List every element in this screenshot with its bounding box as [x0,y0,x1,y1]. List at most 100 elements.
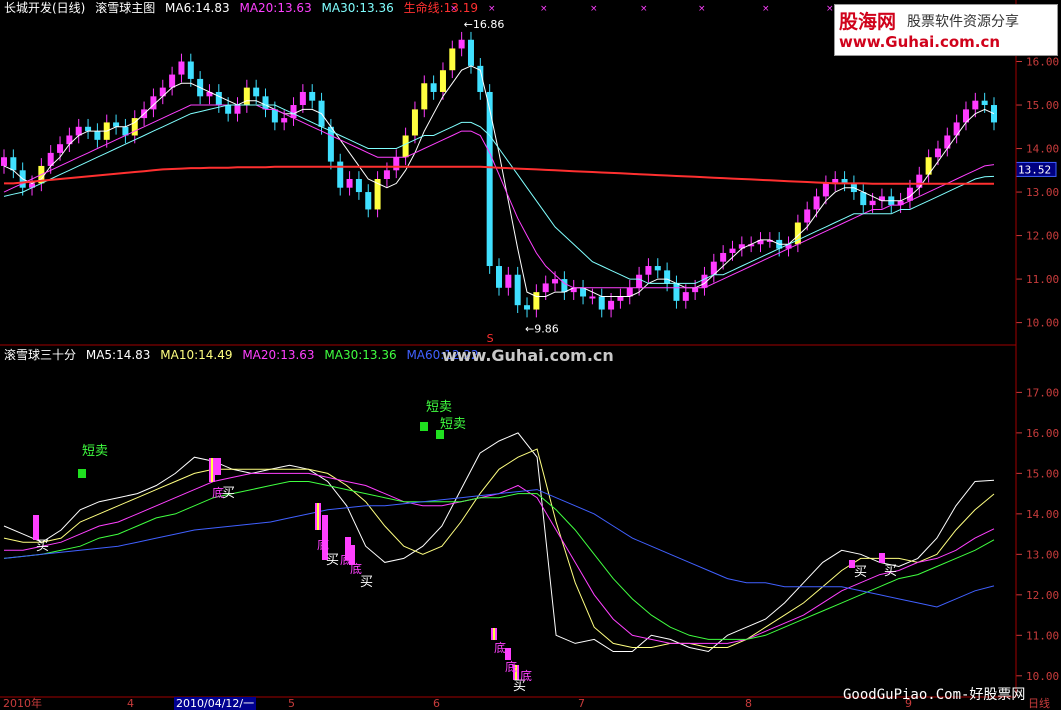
top-mark: × [826,4,834,14]
y-tick-label: 14.00 [1026,143,1059,156]
watermark: www.Guhai.com.cn [442,346,614,365]
x-tick-label: 8 [745,697,752,710]
signal-bar-accent [493,628,495,640]
candle-body [514,274,521,306]
bottom-label: 底 [494,640,506,655]
candle-body [262,96,269,110]
candle-body [505,274,512,288]
y-tick-label: 10.00 [1026,670,1059,683]
x-tick-label: 2010年 [3,697,42,710]
legend-item: MA5:14.83 [85,348,151,362]
y-tick-label: 15.00 [1026,99,1059,112]
candle-body [187,61,194,79]
y-tick-label: 13.00 [1026,186,1059,199]
bottom-label: 底 [520,668,532,683]
candle-body [94,131,101,140]
logo-url: www.Guhai.com.cn [839,33,1001,51]
candle-body [57,144,64,153]
high-label: ←16.86 [464,18,505,31]
buy-label: 买 [326,553,339,568]
candle-body [953,122,960,136]
candle-body [402,135,409,158]
signal-bar-accent [317,503,319,530]
candle-body [720,252,727,262]
candle-body [598,296,605,310]
candle-body [225,105,232,114]
candle-body [822,183,829,197]
candle-body [337,161,344,188]
legend-item: MA30:13.36 [324,348,397,362]
legend-item: MA20:13.63 [242,348,315,362]
legend-item: 滚雪球主图 [95,1,156,15]
candle-body [421,83,428,110]
x-tick-label: 6 [433,697,440,710]
candle-body [393,157,400,171]
candle-body [682,292,689,301]
candle-body [664,270,671,284]
candle-body [365,192,372,210]
candle-body [692,287,699,293]
signal-bar-accent [211,458,213,482]
x-tick-label: 9 [905,697,912,710]
candle-body [636,274,643,288]
short-sell-label: 短卖 [82,444,108,459]
top-mark: × [488,4,496,14]
line-MA5 [3,432,995,653]
low-label: ←9.86 [525,323,559,336]
candle-body [439,70,446,92]
candle-body [253,87,260,97]
signal-bar [879,553,885,563]
y-tick-label: 12.00 [1026,589,1059,602]
y-tick-label: 14.00 [1026,508,1059,521]
footer-watermark: GoodGuPiao.Com-好股票网 [843,687,1026,703]
candle-body [281,118,288,123]
top-mark: × [590,4,598,14]
candle-body [309,91,316,101]
y-tick-label: 17.00 [1026,386,1059,399]
signal-bar [33,515,39,540]
top-mark: × [640,4,648,14]
top-mark: × [540,4,548,14]
buy-label: 买 [360,575,373,590]
candle-body [458,39,465,49]
line-MA20 [4,472,995,644]
candle-body [299,91,306,106]
candle-body [85,126,92,132]
candle-body [944,135,951,149]
signal-bar [215,458,221,475]
candle-body [1,157,7,166]
line-MA10 [3,448,995,648]
bottom-label: 底 [317,537,329,552]
current-price-label: 13.52 [1018,163,1051,176]
y-tick-label: 13.00 [1026,548,1059,561]
legend-item: 生命线:13.19 [403,1,478,15]
candle-body [467,39,474,66]
short-sell-label: 短卖 [426,400,452,415]
candle-body [430,83,437,92]
candle-body [673,283,680,301]
candle-body [804,209,811,223]
y-tick-label: 11.00 [1026,629,1059,642]
x-tick-label: 4 [127,697,134,710]
y-tick-label: 16.00 [1026,56,1059,69]
y-tick-label: 10.00 [1026,317,1059,330]
candle-body [608,300,615,310]
legend-item: MA6:14.83 [165,1,230,15]
y-tick-label: 16.00 [1026,427,1059,440]
x-tick-label: 5 [288,697,295,710]
candle-body [617,296,624,301]
candle-body [934,148,941,158]
candle-body [991,105,997,123]
candle-body [589,296,596,299]
candle-body [813,196,820,210]
y-tick-label: 15.00 [1026,467,1059,480]
x-tick-label-selected[interactable]: 2010/04/12/一 [174,697,257,710]
candle-body [645,266,652,275]
bottom-ma-lines [3,432,995,653]
bottom-legend: 滚雪球三十分 MA5:14.83 MA10:14.49 MA20:13.63 M… [4,348,485,362]
legend-item: 长城开发(日线) [4,1,86,15]
short-sell-label: 短卖 [440,417,466,432]
bottom-panel-grid: 10.00 11.00 12.00 13.00 14.00 15.00 16.00 17.00 [1016,386,1059,683]
bottom-label: 底 [212,485,224,500]
y-tick-label: 12.00 [1026,230,1059,243]
